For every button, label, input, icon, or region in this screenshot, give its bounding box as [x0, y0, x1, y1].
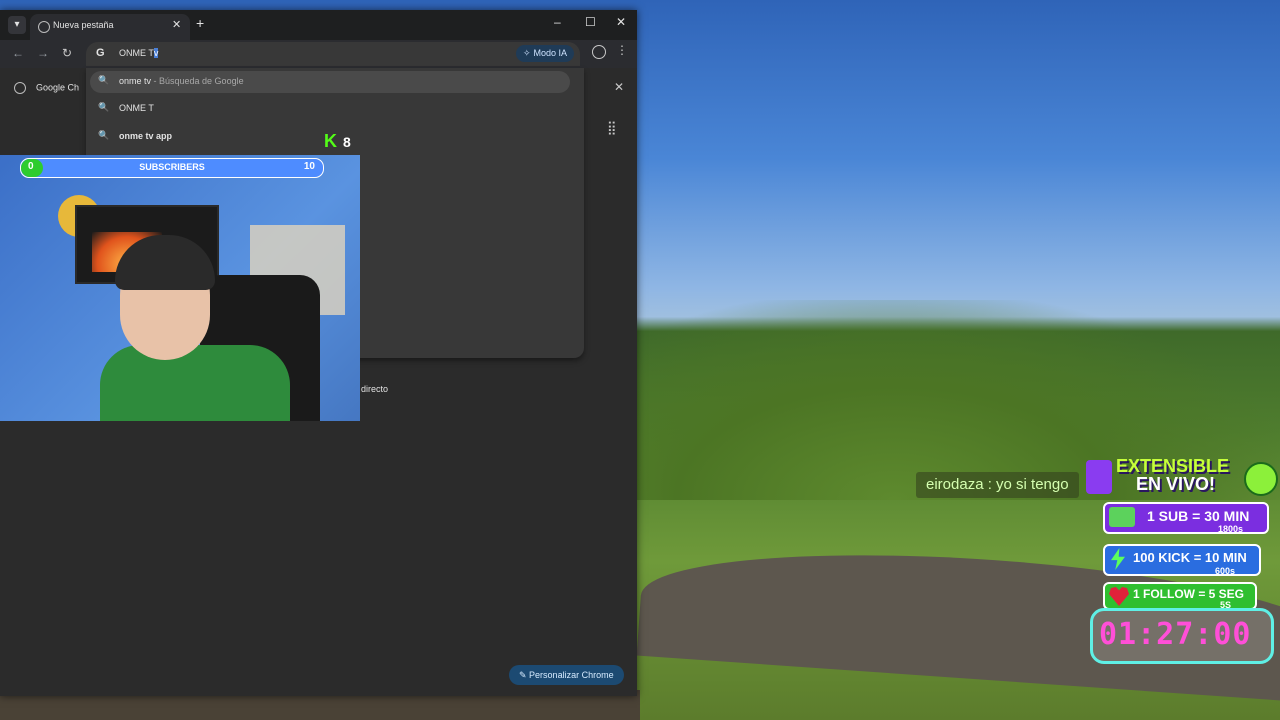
search-icon: 🔍	[98, 130, 110, 140]
reload-button[interactable]: ↻	[62, 46, 72, 60]
title-bar: ▾ Nueva pestaña ✕ + – ☐ ✕	[0, 10, 637, 40]
ai-search-icon: ✧	[523, 48, 531, 58]
gift-icon	[1109, 507, 1135, 527]
apps-grid-icon[interactable]: ⣿	[607, 120, 617, 136]
menu-icon[interactable]: ⋮	[616, 43, 628, 57]
google-g-icon: G	[96, 47, 105, 59]
minimize-button[interactable]: –	[554, 15, 561, 29]
chrome-icon	[38, 21, 50, 33]
sub-goal-label: SUBSCRIBERS	[139, 162, 205, 172]
stopwatch-icon	[1244, 462, 1278, 496]
shortcut-label: directo	[361, 384, 389, 394]
sub-rate-row: 1 SUB = 30 MIN 1800s	[1103, 502, 1269, 534]
chat-message: eirodaza : yo si tengo	[916, 472, 1079, 498]
countdown-timer: 01:27:00	[1090, 608, 1274, 664]
search-icon: 🔍	[98, 102, 110, 112]
sub-goal-end: 10	[303, 161, 315, 172]
toolbar: ← → ↻ G ONME Tv ✧ Modo IA ⋮	[0, 40, 637, 68]
omnibox[interactable]: G ONME Tv ✧ Modo IA	[86, 42, 580, 66]
forward-button[interactable]: →	[37, 46, 49, 60]
tab-title: Nueva pestaña	[53, 20, 114, 30]
webcam-overlay	[0, 155, 360, 421]
suggestion-item[interactable]: 🔍 ONME T	[90, 98, 570, 120]
kick-rate-row: 100 KICK = 10 MIN 600s	[1103, 544, 1261, 576]
tab-search-button[interactable]: ▾	[8, 16, 26, 34]
pencil-icon: ✎	[519, 670, 530, 680]
search-icon: 🔍	[98, 75, 110, 85]
extensible-subtitle: EN VIVO!	[1136, 474, 1216, 494]
suggestion-item[interactable]: 🔍 onme tv - Búsqueda de Google	[90, 71, 570, 93]
bolt-icon	[1111, 548, 1125, 570]
bookmark-item[interactable]: Google Ch	[14, 82, 79, 94]
maximize-button[interactable]: ☐	[585, 15, 596, 29]
modo-ia-button[interactable]: ✧ Modo IA	[516, 45, 575, 62]
subscriber-goal-bar: 0 SUBSCRIBERS 10	[20, 158, 324, 178]
new-tab-button[interactable]: +	[196, 15, 204, 31]
hourglass-icon	[1086, 460, 1112, 494]
streamer-shirt	[100, 345, 290, 421]
heart-icon	[1109, 587, 1129, 606]
customize-chrome-button[interactable]: ✎ Personalizar Chrome	[509, 665, 624, 685]
close-banner-icon[interactable]: ✕	[614, 80, 624, 94]
tab-new-tab[interactable]: Nueva pestaña ✕	[30, 14, 190, 40]
tab-close-icon[interactable]: ✕	[172, 18, 181, 31]
kick-logo-icon: K	[324, 131, 337, 151]
follow-rate-row: 1 FOLLOW = 5 SEG 5S	[1103, 582, 1257, 610]
profile-icon[interactable]	[592, 45, 606, 59]
close-window-button[interactable]: ✕	[616, 15, 626, 29]
back-button[interactable]: ←	[12, 46, 24, 60]
omnibox-input[interactable]: ONME Tv	[119, 48, 159, 58]
kick-viewer-count: K8	[324, 131, 351, 151]
chrome-icon	[14, 82, 26, 94]
